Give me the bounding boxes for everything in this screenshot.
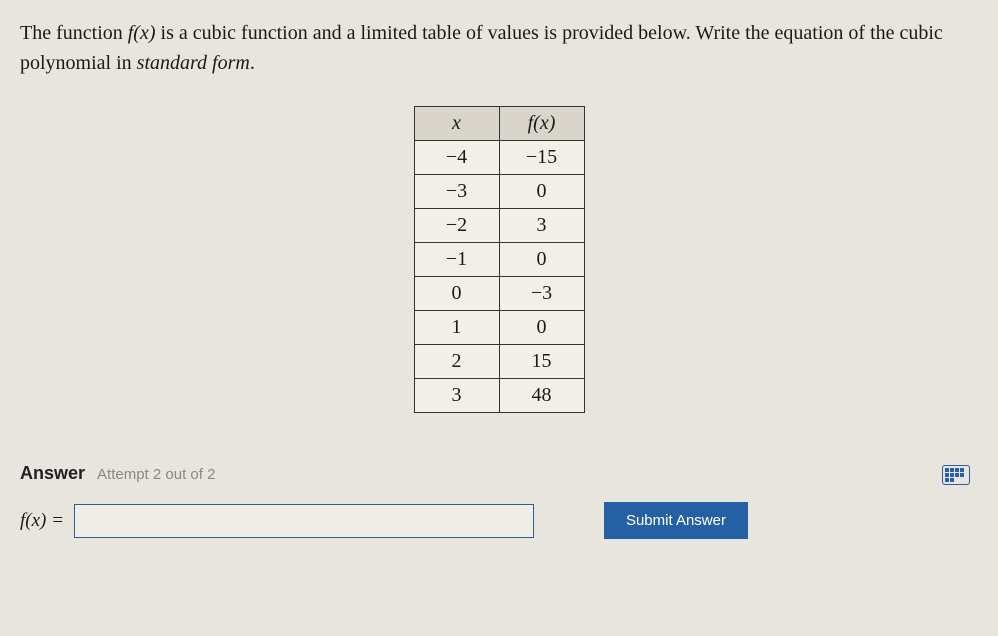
table-row: −1 0 (414, 243, 584, 277)
question-text: The function f(x) is a cubic function an… (20, 18, 978, 78)
cell-x: 1 (414, 311, 499, 345)
cell-fx: 3 (499, 209, 584, 243)
table-row: 1 0 (414, 311, 584, 345)
input-row: f(x) = Submit Answer (20, 502, 978, 539)
attempt-text: Attempt 2 out of 2 (97, 466, 215, 483)
cell-fx: 0 (499, 243, 584, 277)
cell-x: 2 (414, 345, 499, 379)
values-table: x f(x) −4 −15 −3 0 −2 3 −1 0 0 − (414, 106, 585, 413)
table-row: −2 3 (414, 209, 584, 243)
keypad-icon[interactable] (942, 465, 970, 485)
cell-fx: −15 (499, 141, 584, 175)
table-header-row: x f(x) (414, 107, 584, 141)
question-fn: f(x) (128, 22, 156, 44)
cell-x: −1 (414, 243, 499, 277)
question-part1: The function (20, 22, 128, 44)
question-part3: . (250, 52, 255, 74)
cell-fx: 0 (499, 311, 584, 345)
table-row: −4 −15 (414, 141, 584, 175)
cell-fx: 48 (499, 379, 584, 413)
answer-input[interactable] (74, 504, 534, 538)
answer-section: Answer Attempt 2 out of 2 f(x) = Submit … (20, 463, 978, 539)
table-container: x f(x) −4 −15 −3 0 −2 3 −1 0 0 − (20, 106, 978, 413)
cell-x: 0 (414, 277, 499, 311)
cell-x: −2 (414, 209, 499, 243)
cell-fx: −3 (499, 277, 584, 311)
table-row: 0 −3 (414, 277, 584, 311)
cell-x: −4 (414, 141, 499, 175)
header-x: x (414, 107, 499, 141)
table-row: 3 48 (414, 379, 584, 413)
table-row: 2 15 (414, 345, 584, 379)
cell-fx: 15 (499, 345, 584, 379)
table-row: −3 0 (414, 175, 584, 209)
question-italic: standard form (137, 52, 250, 74)
answer-label-row: Answer Attempt 2 out of 2 (20, 463, 978, 484)
answer-label: Answer (20, 463, 85, 484)
cell-fx: 0 (499, 175, 584, 209)
cell-x: 3 (414, 379, 499, 413)
cell-x: −3 (414, 175, 499, 209)
header-fx: f(x) (499, 107, 584, 141)
fx-equals-label: f(x) = (20, 510, 64, 532)
submit-button[interactable]: Submit Answer (604, 502, 748, 539)
